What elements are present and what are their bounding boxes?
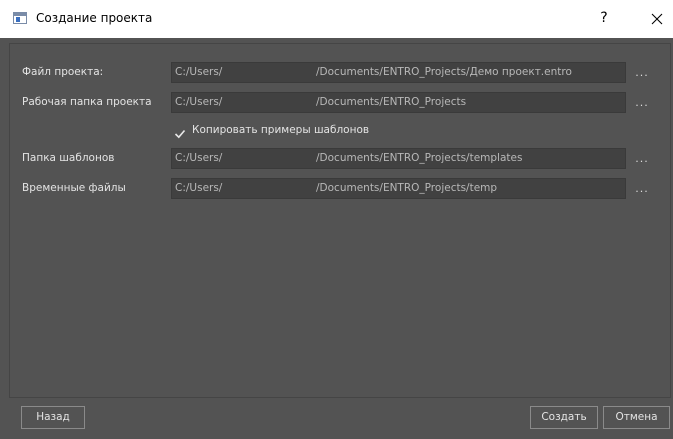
checkmark-icon[interactable] [174,125,186,139]
project-file-value-suffix: /Documents/ENTRO_Projects/Демо проект.en… [316,66,572,78]
project-file-browse-button[interactable]: ... [630,62,654,83]
project-file-label: Файл проекта: [22,66,104,78]
project-file-value-prefix: C:/Users/ [175,66,223,78]
project-file-input[interactable]: C:/Users/ /Documents/ENTRO_Projects/Демо… [171,62,626,83]
temp-files-browse-button[interactable]: ... [630,178,654,199]
close-icon[interactable] [646,8,668,30]
help-button[interactable]: ? [594,8,614,28]
back-button[interactable]: Назад [21,406,85,429]
work-folder-label: Рабочая папка проекта [22,96,152,108]
templates-folder-value-suffix: /Documents/ENTRO_Projects/templates [316,152,523,164]
templates-folder-input[interactable]: C:/Users/ /Documents/ENTRO_Projects/temp… [171,148,626,169]
create-button[interactable]: Создать [530,406,598,429]
copy-templates-label: Копировать примеры шаблонов [192,124,370,136]
templates-folder-label: Папка шаблонов [22,152,115,164]
work-folder-value-suffix: /Documents/ENTRO_Projects [316,96,467,108]
cancel-button[interactable]: Отмена [603,406,670,429]
window-title: Создание проекта [36,11,153,25]
dialog-body: Файл проекта: C:/Users/ /Documents/ENTRO… [0,38,673,439]
app-window-icon [13,12,27,24]
templates-folder-value-prefix: C:/Users/ [175,152,223,164]
temp-files-label: Временные файлы [22,182,126,194]
work-folder-browse-button[interactable]: ... [630,92,654,113]
templates-folder-browse-button[interactable]: ... [630,148,654,169]
title-bar: Создание проекта ? [0,0,673,38]
work-folder-value-prefix: C:/Users/ [175,96,223,108]
temp-files-input[interactable]: C:/Users/ /Documents/ENTRO_Projects/temp [171,178,626,199]
create-project-dialog: Создание проекта ? Файл проекта: C:/User… [0,0,673,439]
work-folder-input[interactable]: C:/Users/ /Documents/ENTRO_Projects [171,92,626,113]
temp-files-value-prefix: C:/Users/ [175,182,223,194]
temp-files-value-suffix: /Documents/ENTRO_Projects/temp [316,182,498,194]
